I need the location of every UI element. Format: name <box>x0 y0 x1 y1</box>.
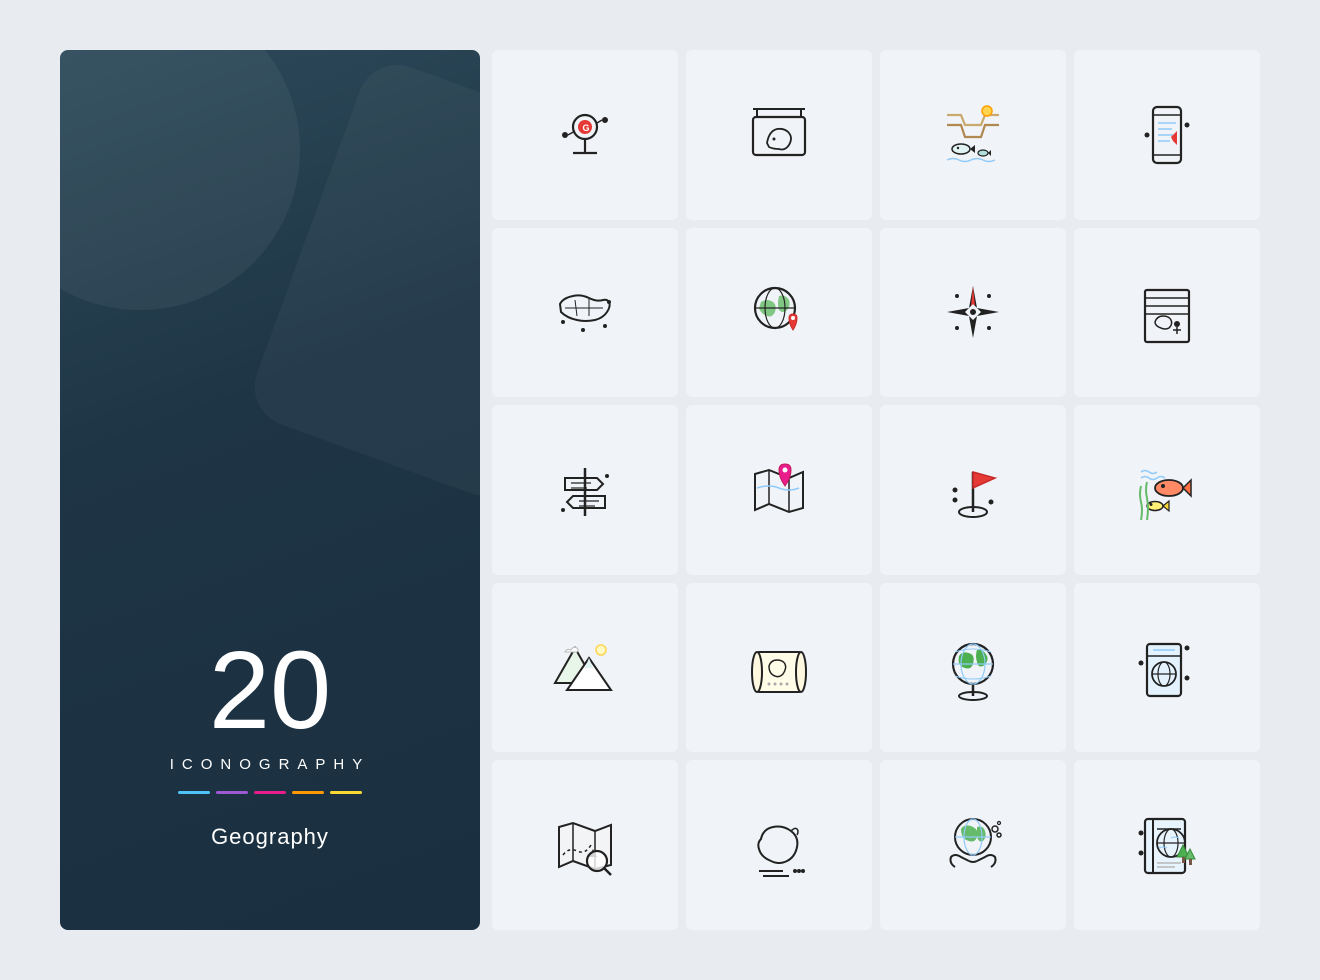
icon-earth-hands <box>880 760 1066 930</box>
icon-mobile-map <box>1074 50 1260 220</box>
icon-australia-continent <box>686 760 872 930</box>
icon-passport-globe <box>1074 583 1260 753</box>
icon-count: 20 <box>209 636 331 746</box>
icon-mountains <box>492 583 678 753</box>
icon-canyon-fish <box>880 50 1066 220</box>
icon-usa-map <box>492 228 678 398</box>
icon-location-pin: G <box>492 50 678 220</box>
color-bar-orange <box>292 791 324 794</box>
icon-flag-stand <box>880 405 1066 575</box>
icon-map-book <box>1074 228 1260 398</box>
icon-map-search <box>492 760 678 930</box>
main-container: 20 ICONOGRAPHY Geography G <box>60 50 1260 930</box>
svg-text:G: G <box>583 123 590 133</box>
color-bar-blue <box>178 791 210 794</box>
color-bars <box>178 791 362 794</box>
icon-signpost <box>492 405 678 575</box>
color-bar-purple <box>216 791 248 794</box>
iconography-label: ICONOGRAPHY <box>170 756 371 773</box>
sidebar: 20 ICONOGRAPHY Geography <box>60 50 480 930</box>
icon-geography-book <box>1074 760 1260 930</box>
icon-compass-star <box>880 228 1066 398</box>
icon-map-pin <box>686 405 872 575</box>
icons-grid: G <box>492 50 1260 930</box>
category-title: Geography <box>211 824 329 850</box>
icon-globe-stand <box>880 583 1066 753</box>
icon-australia-board <box>686 50 872 220</box>
icon-scroll-map <box>686 583 872 753</box>
icon-fish-underwater <box>1074 405 1260 575</box>
color-bar-pink <box>254 791 286 794</box>
icon-globe-location <box>686 228 872 398</box>
color-bar-yellow <box>330 791 362 794</box>
